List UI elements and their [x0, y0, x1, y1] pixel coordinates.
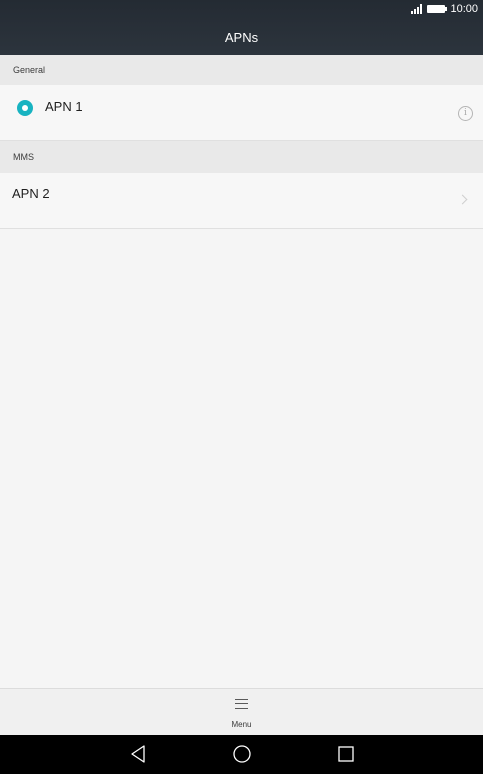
section-header-general: General	[0, 55, 483, 85]
navigation-bar	[0, 735, 483, 774]
apn-label: APN 1	[45, 99, 83, 114]
selected-radio-icon[interactable]	[17, 100, 33, 116]
menu-button[interactable]: Menu	[216, 695, 267, 733]
recent-apps-icon[interactable]	[335, 743, 357, 765]
apn-list-item-apn1[interactable]: APN 1 i	[0, 85, 483, 141]
back-icon[interactable]	[128, 743, 150, 765]
section-label: General	[13, 65, 46, 75]
section-header-mms: MMS	[0, 141, 483, 173]
menu-icon	[235, 699, 248, 709]
bottom-menu-bar: Menu	[0, 688, 483, 735]
signal-icon	[411, 4, 423, 14]
status-icons: 10:00	[411, 2, 478, 16]
home-icon[interactable]	[231, 743, 253, 765]
apn-label: APN 2	[12, 186, 50, 201]
app-header: 10:00 APNs	[0, 0, 483, 55]
page-title: APNs	[224, 30, 259, 45]
battery-icon	[427, 5, 448, 13]
status-time: 10:00	[450, 3, 478, 15]
menu-label: Menu	[231, 720, 252, 729]
section-label: MMS	[13, 152, 34, 162]
status-bar: 10:00	[0, 0, 483, 18]
apn-list-item-apn2[interactable]: APN 2	[0, 173, 483, 229]
chevron-right-icon	[457, 194, 468, 205]
info-icon[interactable]: i	[458, 106, 473, 121]
